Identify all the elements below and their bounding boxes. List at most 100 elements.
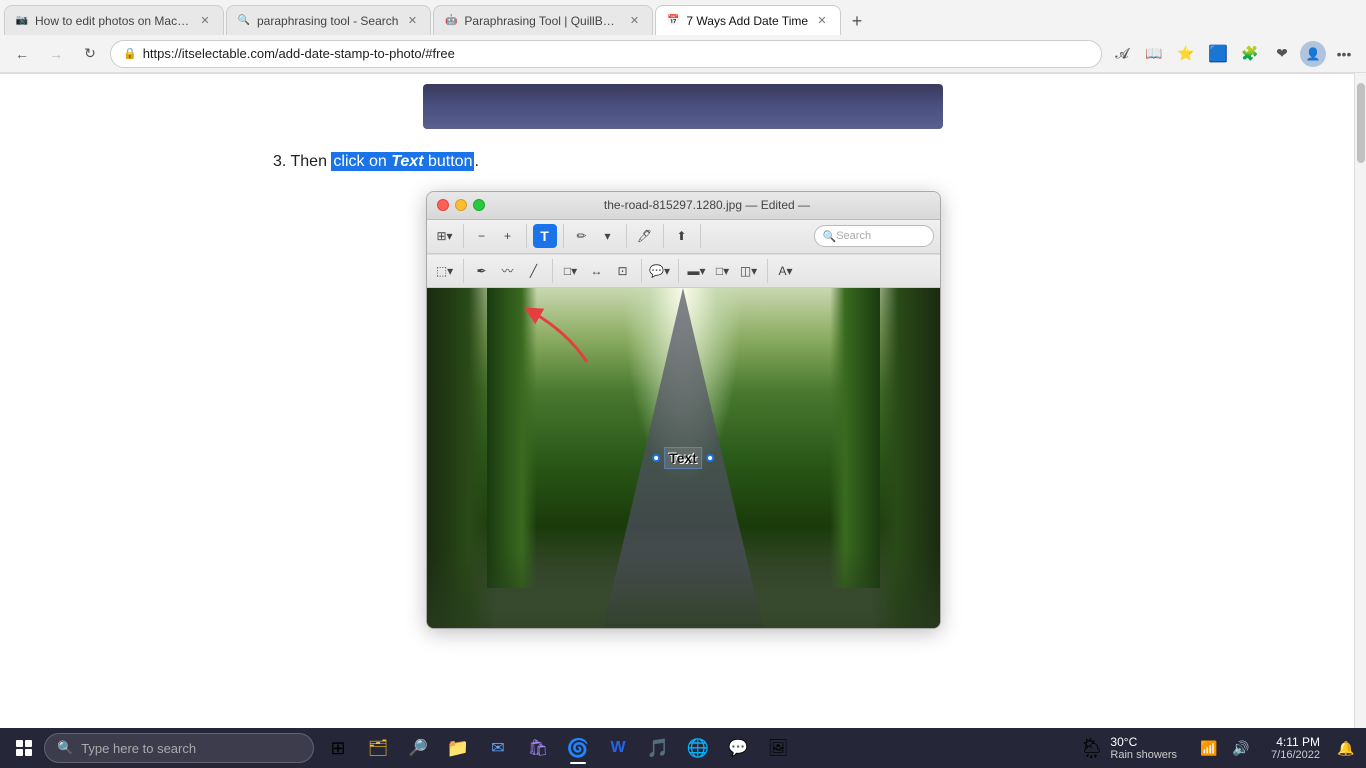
mac-select-btn[interactable]: ⬚▾: [433, 259, 457, 283]
mac-pencil-dropdown[interactable]: ▾: [596, 224, 620, 248]
mac-image-area: Text: [427, 288, 940, 628]
taskbar-icon-taskview[interactable]: ⊞: [320, 730, 356, 766]
mac-share-button[interactable]: ⬆: [670, 224, 694, 248]
mac-text-button[interactable]: T: [533, 224, 557, 248]
win-quad-3: [16, 749, 23, 756]
lock-icon: 🔒: [123, 47, 137, 60]
win-quad-2: [25, 740, 32, 747]
mac-tool-group-zoom: − +: [470, 224, 527, 248]
mac-toolbar-markup: ⬚▾ ✒ 〰 ╱ □▾ ↔ ⊡ 💬▾ ▬▾ □▾ ◫▾: [427, 254, 940, 288]
tab-4[interactable]: 📅 7 Ways Add Date Time ✕: [655, 5, 841, 35]
weather-widget[interactable]: 🌦 30°C Rain showers: [1071, 730, 1185, 766]
mac-font-btn[interactable]: A▾: [774, 259, 798, 283]
settings-more-button[interactable]: •••: [1330, 40, 1358, 68]
refresh-button[interactable]: ↻: [76, 40, 104, 68]
mac-maximize-button[interactable]: [473, 199, 485, 211]
mac-search-icon: 🔍: [823, 230, 837, 243]
tab-1[interactable]: 📷 How to edit photos on Mac 202... ✕: [4, 5, 224, 35]
forest-scene: Text: [427, 288, 940, 628]
taskbar-right: 🌦 30°C Rain showers 📶 🔊 4:11 PM 7/16/202…: [1071, 730, 1360, 766]
mac-markup-font: A▾: [774, 259, 804, 283]
mac-color-btn[interactable]: ▬▾: [685, 259, 709, 283]
immersive-reader-button[interactable]: 📖: [1140, 40, 1168, 68]
tree-right-2: [830, 288, 880, 588]
mac-annotate-btn[interactable]: 💬▾: [648, 259, 672, 283]
tab-close-2[interactable]: ✕: [404, 13, 420, 29]
volume-icon[interactable]: 🔊: [1227, 734, 1255, 762]
taskbar-icon-edge[interactable]: 🌀: [560, 730, 596, 766]
top-image: [423, 84, 943, 129]
tab-favicon-3: 🤖: [444, 14, 458, 28]
win-quad-1: [16, 740, 23, 747]
mac-border-btn[interactable]: □▾: [711, 259, 735, 283]
mac-pencil-button[interactable]: ✏: [570, 224, 594, 248]
taskbar-icon-photos[interactable]: 🖼: [760, 730, 796, 766]
mac-crop-btn[interactable]: ⊡: [611, 259, 635, 283]
network-icon[interactable]: 📶: [1195, 734, 1223, 762]
clock-widget[interactable]: 4:11 PM 7/16/2022: [1265, 730, 1326, 766]
add-to-favorites-button[interactable]: ⭐: [1172, 40, 1200, 68]
search-placeholder: Type here to search: [81, 741, 196, 756]
text-handle-right: [706, 454, 714, 462]
mac-transform-btn[interactable]: ↔: [585, 259, 609, 283]
start-button[interactable]: [6, 730, 42, 766]
mac-zoom-in-button[interactable]: +: [496, 224, 520, 248]
win-quad-4: [25, 749, 32, 756]
tab-3[interactable]: 🤖 Paraphrasing Tool | QuillBot AI ✕: [433, 5, 653, 35]
new-tab-button[interactable]: +: [843, 7, 871, 35]
profile-avatar[interactable]: 👤: [1300, 41, 1326, 67]
taskbar-icon-whatsapp[interactable]: 💬: [720, 730, 756, 766]
taskbar-icon-widgets[interactable]: 🗂: [360, 730, 396, 766]
mac-zoom-out-button[interactable]: −: [470, 224, 494, 248]
text-overlay-label: Text: [664, 447, 702, 469]
tab-close-3[interactable]: ✕: [626, 13, 642, 29]
weather-description: Rain showers: [1110, 749, 1177, 761]
mac-search-box[interactable]: 🔍 Search: [814, 225, 934, 247]
step-highlight: click on Text button: [331, 152, 474, 171]
mac-pen-btn[interactable]: ✒: [470, 259, 494, 283]
system-tray: 📶 🔊: [1191, 734, 1259, 762]
mail-icon: ✉: [491, 738, 504, 758]
mac-shape-btn[interactable]: □▾: [559, 259, 583, 283]
taskbar-icon-apps[interactable]: 🛍: [520, 730, 556, 766]
mac-highlight-btn[interactable]: 〰: [496, 259, 520, 283]
tab-2[interactable]: 🔍 paraphrasing tool - Search ✕: [226, 5, 431, 35]
mac-opacity-btn[interactable]: ◫▾: [737, 259, 761, 283]
tab-close-1[interactable]: ✕: [197, 13, 213, 29]
taskbar-icon-file-explorer[interactable]: 📁: [440, 730, 476, 766]
taskbar-icon-chrome[interactable]: 🌐: [680, 730, 716, 766]
text-handle-left: [652, 454, 660, 462]
step-text: 3. Then click on Text button.: [273, 149, 1093, 175]
mac-close-button[interactable]: [437, 199, 449, 211]
toolbar-icons: 𝓐 📖 ⭐ 🟦 🧩 ❤ 👤 •••: [1108, 40, 1358, 68]
mac-markup-select: ⬚▾: [433, 259, 464, 283]
mac-line-btn[interactable]: ╱: [522, 259, 546, 283]
mac-markup-color: ▬▾ □▾ ◫▾: [685, 259, 768, 283]
taskbar-icon-search[interactable]: 🔎: [400, 730, 436, 766]
word-icon: W: [610, 739, 625, 757]
forward-button[interactable]: →: [42, 40, 70, 68]
mac-preview-window: the-road-815297.1280.jpg — Edited — ⊞▾ −…: [426, 191, 941, 629]
taskbar-icon-spotify[interactable]: 🎵: [640, 730, 676, 766]
extensions-button[interactable]: 🧩: [1236, 40, 1264, 68]
taskbar: 🔍 Type here to search ⊞ 🗂 🔎 📁 ✉ 🛍 🌀 W 🎵: [0, 728, 1366, 768]
tab-close-4[interactable]: ✕: [814, 13, 830, 29]
mac-view-button[interactable]: ⊞▾: [433, 224, 457, 248]
scrollbar-thumb[interactable]: [1357, 83, 1365, 163]
taskbar-icon-mail[interactable]: ✉: [480, 730, 516, 766]
url-bar[interactable]: 🔒 https://itselectable.com/add-date-stam…: [110, 40, 1102, 68]
taskbar-search[interactable]: 🔍 Type here to search: [44, 733, 314, 763]
mac-tool-group-edit: ✏ ▾: [570, 224, 627, 248]
back-button[interactable]: ←: [8, 40, 36, 68]
read-aloud-button[interactable]: 𝓐: [1108, 40, 1136, 68]
collections-button[interactable]: ❤: [1268, 40, 1296, 68]
right-scrollbar[interactable]: [1354, 73, 1366, 728]
taskbar-icon-word[interactable]: W: [600, 730, 636, 766]
mac-stamp-button[interactable]: 🖊: [633, 224, 657, 248]
top-image-container: [273, 84, 1093, 129]
microsoft-button[interactable]: 🟦: [1204, 40, 1232, 68]
step-prefix: 3. Then: [273, 153, 331, 170]
notification-center-button[interactable]: 🔔: [1332, 734, 1360, 762]
mac-minimize-button[interactable]: [455, 199, 467, 211]
weather-icon: 🌦: [1079, 736, 1104, 761]
